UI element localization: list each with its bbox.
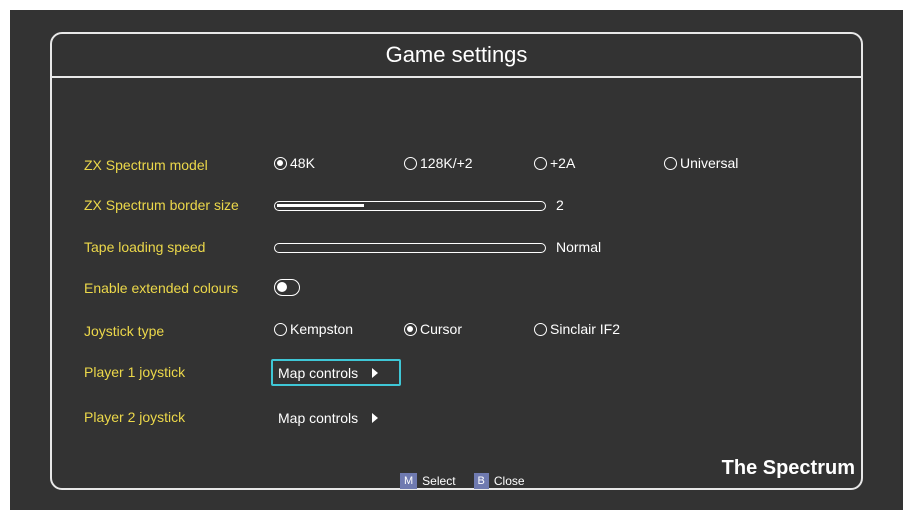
joystick-option-sinclair[interactable]: Sinclair IF2 bbox=[534, 321, 620, 337]
screen: Game settings ZX Spectrum model 48K 128K… bbox=[10, 10, 903, 510]
footer-hints: M Select B Close bbox=[400, 473, 525, 489]
radio-icon bbox=[404, 156, 417, 170]
select-hint: Select bbox=[422, 474, 456, 488]
joystick-option-label: Sinclair IF2 bbox=[550, 321, 621, 337]
model-option-48k[interactable]: 48K bbox=[274, 155, 315, 171]
player2-label: Player 2 joystick bbox=[84, 409, 186, 425]
page-title: Game settings bbox=[385, 42, 528, 67]
select-key-badge: M bbox=[400, 473, 418, 489]
player2-map-controls-button[interactable]: Map controls bbox=[271, 404, 401, 431]
radio-icon bbox=[404, 322, 417, 336]
row-player1: Player 1 joystick Map controls bbox=[84, 359, 844, 386]
map-controls-label: Map controls bbox=[278, 364, 359, 381]
model-option-label: 48K bbox=[290, 155, 315, 171]
colours-toggle[interactable] bbox=[274, 279, 300, 296]
row-joystick: Joystick type Kempston Cursor Sinclair I… bbox=[84, 320, 844, 344]
radio-icon bbox=[534, 156, 547, 170]
model-option-label: 128K/+2 bbox=[420, 155, 473, 171]
radio-icon bbox=[534, 322, 547, 336]
tape-value: Normal bbox=[556, 239, 602, 255]
joystick-option-label: Kempston bbox=[290, 321, 354, 337]
model-option-128k[interactable]: 128K/+2 bbox=[404, 155, 473, 171]
border-value: 2 bbox=[556, 197, 564, 213]
model-option-2a[interactable]: +2A bbox=[534, 155, 575, 171]
colours-label: Enable extended colours bbox=[84, 280, 239, 296]
border-slider-fill bbox=[277, 204, 364, 207]
player1-label: Player 1 joystick bbox=[84, 364, 186, 380]
settings-panel: Game settings ZX Spectrum model 48K 128K… bbox=[50, 32, 863, 490]
toggle-knob bbox=[277, 282, 287, 292]
model-option-label: Universal bbox=[680, 155, 739, 171]
map-controls-label: Map controls bbox=[278, 409, 359, 426]
arrow-right-icon bbox=[372, 367, 379, 378]
arrow-right-icon bbox=[372, 412, 379, 423]
row-player2: Player 2 joystick Map controls bbox=[84, 406, 844, 430]
joystick-option-label: Cursor bbox=[420, 321, 463, 337]
radio-icon bbox=[274, 156, 287, 170]
player1-map-controls-button[interactable]: Map controls bbox=[271, 359, 401, 386]
joystick-label: Joystick type bbox=[84, 323, 165, 339]
model-option-universal[interactable]: Universal bbox=[664, 155, 738, 171]
close-key-badge: B bbox=[473, 473, 489, 489]
row-tape: Tape loading speed Normal bbox=[84, 236, 844, 260]
row-colours: Enable extended colours bbox=[84, 277, 844, 301]
joystick-option-cursor[interactable]: Cursor bbox=[404, 321, 462, 337]
model-label: ZX Spectrum model bbox=[84, 157, 208, 173]
radio-icon bbox=[664, 156, 677, 170]
radio-icon bbox=[274, 322, 287, 336]
row-border: ZX Spectrum border size 2 bbox=[84, 194, 844, 218]
border-label: ZX Spectrum border size bbox=[84, 197, 239, 213]
border-slider[interactable] bbox=[274, 201, 546, 211]
tape-label: Tape loading speed bbox=[84, 239, 206, 255]
joystick-option-kempston[interactable]: Kempston bbox=[274, 321, 353, 337]
brand-logo: The Spectrum bbox=[721, 457, 855, 479]
model-option-label: +2A bbox=[550, 155, 576, 171]
row-model: ZX Spectrum model 48K 128K/+2 +2A Univer… bbox=[84, 154, 844, 178]
close-hint: Close bbox=[493, 474, 525, 488]
title-bar: Game settings bbox=[52, 34, 861, 78]
tape-slider[interactable] bbox=[274, 243, 546, 253]
